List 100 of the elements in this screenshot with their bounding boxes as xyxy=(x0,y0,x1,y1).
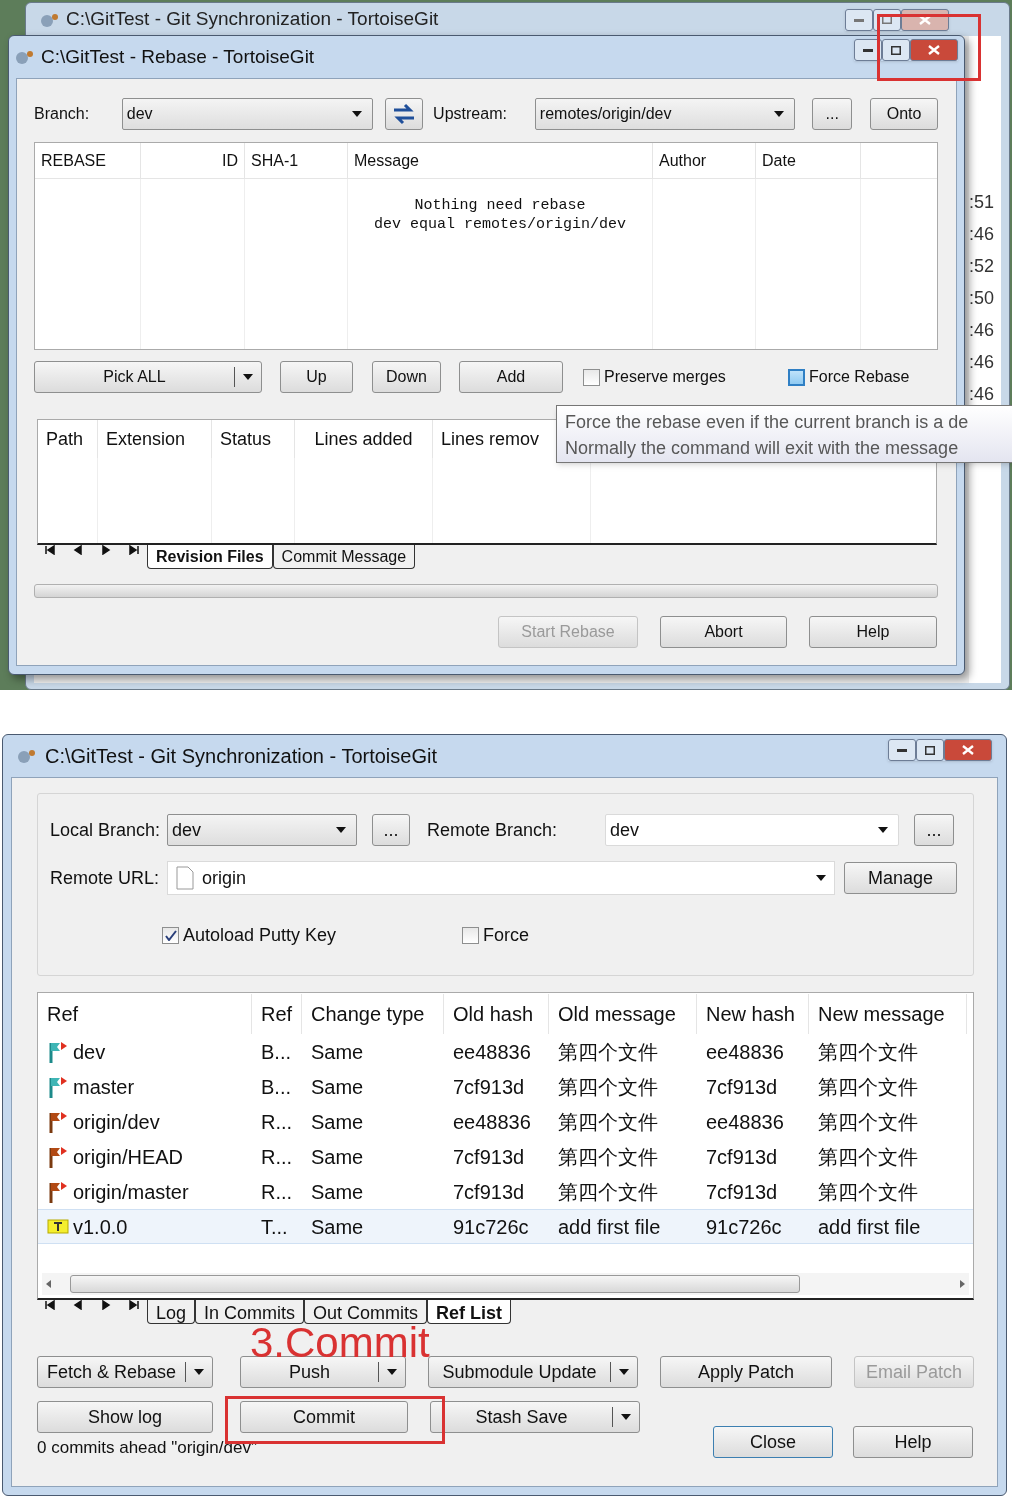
maximize-button[interactable] xyxy=(882,39,910,61)
column-header[interactable]: Ref xyxy=(38,994,252,1034)
remote-branch-label: Remote Branch: xyxy=(427,818,559,842)
column-header[interactable]: Author xyxy=(653,143,756,178)
remote-branch-combo[interactable]: dev xyxy=(605,814,899,846)
branch-label: Branch: xyxy=(34,104,91,124)
action-button[interactable]: Apply Patch xyxy=(660,1356,832,1388)
table-cell-text: Same xyxy=(311,1039,364,1065)
column-header[interactable]: Old message xyxy=(549,994,697,1034)
table-row[interactable]: dev B... Same ee48836 第四个文件 ee48836 第四个文件 xyxy=(38,1034,973,1069)
column-header[interactable]: Date xyxy=(756,143,861,178)
tag-icon xyxy=(47,1218,69,1235)
action-button[interactable]: Fetch & Rebase xyxy=(37,1356,213,1388)
maximize-button[interactable] xyxy=(916,739,944,761)
table-row[interactable]: master B... Same 7cf913d 第四个文件 7cf913d 第四个文件 xyxy=(38,1069,973,1104)
table-cell-text: 7cf913d xyxy=(706,1144,778,1170)
column-header[interactable]: Extension xyxy=(98,420,212,458)
minimize-button[interactable] xyxy=(888,739,916,761)
column-header[interactable]: Message xyxy=(348,143,653,178)
table-cell-text: B... xyxy=(261,1039,291,1065)
onto-button[interactable]: Onto xyxy=(870,98,938,130)
column-header[interactable]: Lines added xyxy=(295,420,433,458)
upstream-combo[interactable]: remotes/origin/dev xyxy=(534,98,796,130)
manage-button[interactable]: Manage xyxy=(844,862,957,894)
caret-icon xyxy=(774,111,785,117)
action-button[interactable]: Submodule Update xyxy=(428,1356,638,1388)
maximize-icon xyxy=(891,45,901,55)
checkbox[interactable] xyxy=(788,368,805,386)
remote-url-combo[interactable]: origin xyxy=(167,861,835,895)
local-branch-label: Local Branch: xyxy=(50,818,162,842)
column-header[interactable]: REBASE xyxy=(35,143,141,178)
app-icon xyxy=(15,49,35,65)
action-button[interactable]: Add xyxy=(459,361,563,393)
table-cell-text: 第四个文件 xyxy=(558,1179,658,1205)
status-text: 0 commits ahead "origin/dev" xyxy=(37,1437,258,1459)
column-header[interactable]: Status xyxy=(212,420,295,458)
table-cell-text: 第四个文件 xyxy=(818,1039,918,1065)
first-icon[interactable] xyxy=(45,1300,55,1310)
column-header[interactable]: SHA-1 xyxy=(245,143,348,178)
tab[interactable]: Ref List xyxy=(427,1300,512,1324)
footer-button[interactable]: Abort xyxy=(660,616,787,648)
table-row[interactable]: origin/dev R... Same ee48836 第四个文件 ee48836 第四个文件 xyxy=(38,1104,973,1139)
column-header[interactable]: New message xyxy=(809,994,967,1034)
column-header[interactable]: New hash xyxy=(697,994,809,1034)
checkbox[interactable] xyxy=(162,927,179,944)
tab[interactable]: Commit Message xyxy=(272,545,416,569)
action-button[interactable]: Commit xyxy=(240,1401,408,1433)
table-row[interactable]: origin/HEAD R... Same 7cf913d 第四个文件 7cf913d 第四个文件 xyxy=(38,1139,973,1174)
checkbox[interactable] xyxy=(583,368,600,386)
pick-all-button[interactable]: Pick ALL xyxy=(34,361,262,393)
action-button[interactable]: Up xyxy=(280,361,353,393)
browse-button[interactable]: ... xyxy=(812,98,853,130)
window-title: C:\GitTest - Git Synchronization - TortoiseGit xyxy=(66,7,439,32)
column-header[interactable]: Path xyxy=(38,420,98,458)
window-title: C:\GitTest - Rebase - TortoiseGit xyxy=(41,44,315,69)
first-icon[interactable] xyxy=(45,545,55,555)
horizontal-scrollbar[interactable] xyxy=(42,1273,969,1295)
action-button[interactable]: Down xyxy=(372,361,441,393)
table-cell-text: ee48836 xyxy=(453,1109,531,1135)
tab[interactable]: In Commits xyxy=(195,1300,305,1324)
checkbox-label: Force Rebase xyxy=(809,367,910,387)
local-branch-combo[interactable]: dev xyxy=(167,814,357,846)
column-header[interactable]: Ref xyxy=(252,994,302,1034)
caret-icon xyxy=(194,1369,204,1375)
close-button[interactable] xyxy=(944,739,992,761)
table-cell-text: 第四个文件 xyxy=(818,1109,918,1135)
column-header[interactable]: Change type xyxy=(302,994,444,1034)
checkbox[interactable] xyxy=(462,927,479,944)
close-button[interactable]: Close xyxy=(713,1426,833,1458)
column-header[interactable]: Old hash xyxy=(444,994,549,1034)
caret-icon xyxy=(816,875,826,881)
table-cell-text: Same xyxy=(311,1109,364,1135)
action-button[interactable]: Push xyxy=(240,1356,406,1388)
help-button[interactable]: Help xyxy=(853,1426,973,1458)
minimize-icon xyxy=(897,748,907,752)
empty-list-message: dev equal remotes/origin/dev xyxy=(373,215,626,234)
branch-combo[interactable]: dev xyxy=(121,98,374,130)
footer-button[interactable]: Help xyxy=(809,616,937,648)
time-text: :52 xyxy=(969,255,996,277)
action-button[interactable]: Show log xyxy=(37,1401,213,1433)
tab[interactable]: Log xyxy=(147,1300,196,1324)
window-title: C:\GitTest - Git Synchronization - TortoiseGit xyxy=(45,744,437,769)
caret-icon xyxy=(336,827,346,833)
browse-button[interactable]: ... xyxy=(372,814,410,846)
tab[interactable]: Out Commits xyxy=(304,1300,428,1324)
minimize-icon xyxy=(863,48,873,52)
close-button[interactable] xyxy=(910,39,958,61)
table-row[interactable]: v1.0.0 T... Same 91c726c add first file 91c726c add first file xyxy=(38,1209,973,1244)
tab[interactable]: Revision Files xyxy=(147,545,273,569)
browse-button[interactable]: ... xyxy=(914,814,954,846)
table-cell-text: origin/dev xyxy=(73,1109,160,1135)
time-text: :46 xyxy=(969,351,996,373)
swap-button[interactable] xyxy=(385,98,424,130)
table-cell-text: 7cf913d xyxy=(453,1144,525,1170)
last-icon[interactable] xyxy=(129,545,139,555)
last-icon[interactable] xyxy=(129,1300,139,1310)
minimize-button[interactable] xyxy=(854,39,882,61)
table-row[interactable]: origin/master R... Same 7cf913d 第四个文件 7cf913d 第四个文件 xyxy=(38,1174,973,1209)
action-button[interactable]: Stash Save xyxy=(430,1401,640,1433)
column-header[interactable]: ID xyxy=(141,143,245,178)
